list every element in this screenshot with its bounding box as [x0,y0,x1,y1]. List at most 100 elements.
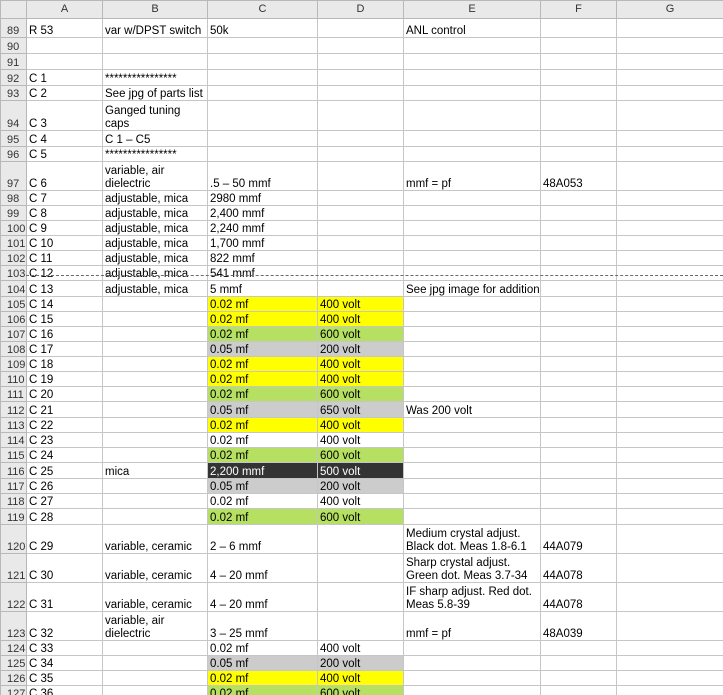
cell-e[interactable] [403,508,541,525]
cell-d[interactable] [317,85,404,101]
cell-g[interactable] [616,341,723,357]
cell-g[interactable] [616,670,723,686]
cell-f[interactable] [540,311,617,327]
cell-g[interactable] [616,280,723,297]
cell-f[interactable] [540,356,617,372]
cell-e[interactable] [403,655,541,671]
row-header[interactable]: 97 [0,161,27,191]
column-header-d[interactable]: D [317,0,404,19]
cell-b[interactable] [102,371,208,387]
cell-b[interactable] [102,432,208,448]
cell-g[interactable] [616,611,723,641]
cell-g[interactable] [616,386,723,402]
cell-g[interactable] [616,205,723,221]
cell-a[interactable]: C 28 [26,508,103,525]
cell-f[interactable] [540,220,617,236]
row-header[interactable]: 93 [0,85,27,101]
cell-g[interactable] [616,37,723,54]
cell-f[interactable] [540,100,617,131]
cell-g[interactable] [616,53,723,70]
cell-g[interactable] [616,553,723,583]
row-header[interactable]: 110 [0,371,27,387]
cell-a[interactable]: C 32 [26,611,103,641]
cell-e[interactable] [403,235,541,251]
cell-b[interactable] [102,417,208,433]
cell-f[interactable] [540,265,617,281]
cell-f[interactable] [540,640,617,656]
cell-e[interactable] [403,478,541,494]
cell-a[interactable]: C 25 [26,462,103,479]
cell-g[interactable] [616,493,723,509]
cell-f[interactable] [540,508,617,525]
cell-g[interactable] [616,356,723,372]
cell-b[interactable]: C 1 – C5 [102,130,208,147]
cell-e[interactable] [403,417,541,433]
cell-e[interactable] [403,326,541,342]
row-header[interactable]: 106 [0,311,27,327]
cell-e[interactable] [403,265,541,281]
cell-d[interactable] [317,190,404,206]
cell-c[interactable]: 4 – 20 mmf [207,553,318,583]
cell-c[interactable]: 0.02 mf [207,386,318,402]
row-header[interactable]: 121 [0,553,27,583]
cell-e[interactable] [403,250,541,266]
cell-g[interactable] [616,69,723,86]
cell-f[interactable] [540,235,617,251]
cell-e[interactable] [403,356,541,372]
cell-b[interactable] [102,478,208,494]
cell-f[interactable] [540,37,617,54]
cell-b[interactable] [102,341,208,357]
row-header[interactable]: 113 [0,417,27,433]
cell-f[interactable]: 48A053 [540,161,617,191]
row-header[interactable]: 92 [0,69,27,86]
cell-a[interactable] [26,37,103,54]
cell-e[interactable]: Sharp crystal adjust. Green dot. Meas 3.… [403,553,541,583]
cell-e[interactable] [403,640,541,656]
row-header[interactable]: 124 [0,640,27,656]
cell-a[interactable]: C 10 [26,235,103,251]
cell-a[interactable]: R 53 [26,18,103,38]
cell-f[interactable] [540,205,617,221]
cell-g[interactable] [616,18,723,38]
cell-f[interactable] [540,130,617,147]
cell-d[interactable]: 400 volt [317,371,404,387]
cell-c[interactable]: 2,240 mmf [207,220,318,236]
cell-a[interactable]: C 12 [26,265,103,281]
cell-c[interactable]: .5 – 50 mmf [207,161,318,191]
cell-d[interactable]: 200 volt [317,655,404,671]
cell-b[interactable]: variable, air dielectric [102,161,208,191]
cell-e[interactable] [403,220,541,236]
cell-c[interactable] [207,37,318,54]
cell-b[interactable]: adjustable, mica [102,205,208,221]
cell-d[interactable]: 600 volt [317,447,404,463]
cell-b[interactable]: adjustable, mica [102,280,208,297]
cell-f[interactable] [540,417,617,433]
cell-c[interactable]: 2,200 mmf [207,462,318,479]
cell-g[interactable] [616,401,723,418]
cell-d[interactable]: 400 volt [317,432,404,448]
cell-e[interactable] [403,462,541,479]
cell-g[interactable] [616,265,723,281]
cell-g[interactable] [616,685,723,695]
cell-a[interactable]: C 35 [26,670,103,686]
cell-b[interactable]: var w/DPST switch [102,18,208,38]
cell-f[interactable] [540,18,617,38]
cell-d[interactable] [317,37,404,54]
cell-e[interactable] [403,53,541,70]
row-header[interactable]: 115 [0,447,27,463]
cell-b[interactable]: See jpg of parts list [102,85,208,101]
cell-e[interactable] [403,130,541,147]
cell-e[interactable]: ANL control [403,18,541,38]
row-header[interactable]: 112 [0,401,27,418]
cell-d[interactable] [317,146,404,162]
cell-g[interactable] [616,462,723,479]
cell-c[interactable]: 3 – 25 mmf [207,611,318,641]
row-header[interactable]: 107 [0,326,27,342]
cell-e[interactable] [403,146,541,162]
cell-g[interactable] [616,190,723,206]
cell-b[interactable] [102,401,208,418]
row-header[interactable]: 103 [0,265,27,281]
cell-a[interactable]: C 23 [26,432,103,448]
cell-d[interactable]: 500 volt [317,462,404,479]
row-header[interactable]: 95 [0,130,27,147]
